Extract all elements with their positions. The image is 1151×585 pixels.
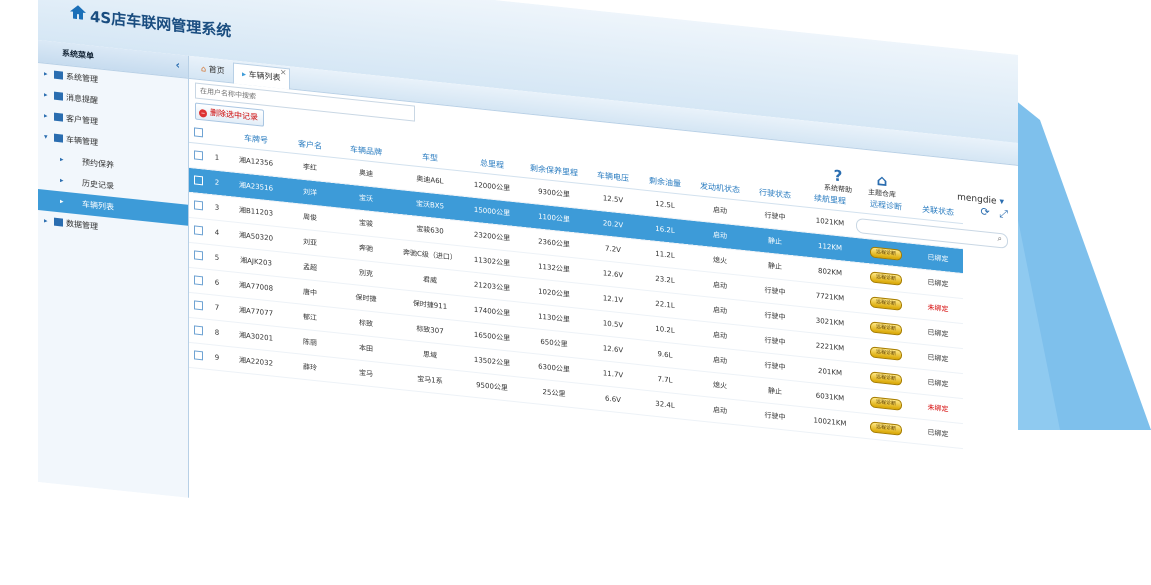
remote-diagnosis-button[interactable]: 远程诊断: [869, 295, 902, 311]
row-checkbox-cell[interactable]: [189, 242, 207, 270]
row-checkbox-cell[interactable]: [189, 342, 207, 370]
close-icon[interactable]: ×: [280, 62, 287, 83]
home-tab-icon: ⌂: [201, 64, 207, 74]
status-badge: 已绑定: [927, 378, 949, 389]
status-badge: 已绑定: [927, 353, 949, 364]
folder-icon: [70, 198, 79, 207]
row-number: 5: [207, 244, 227, 272]
app-title: 4S店车联网管理系统: [90, 7, 232, 41]
main-panel: ⌂ 首页 ▸ 车辆列表 × –删除选中记录 ? 系统帮助 ⌂ 主题仓库: [189, 55, 1018, 585]
search-icon: ⌕: [997, 233, 1002, 244]
binding-status-cell: 已绑定: [913, 418, 963, 449]
row-checkbox-cell[interactable]: [189, 267, 207, 295]
chevron-down-icon: ▾: [999, 196, 1004, 208]
delete-selected-label: 删除选中记录: [210, 108, 258, 123]
bullet-icon: ▸: [60, 197, 64, 206]
table-cell: 薛玲: [285, 352, 335, 383]
table-cell: 6.6V: [587, 384, 639, 415]
tab-vehicle-list[interactable]: ▸ 车辆列表 ×: [233, 62, 290, 90]
tab-home[interactable]: ⌂ 首页: [193, 58, 233, 82]
sidebar: 系统菜单 ‹ ▸ 系统管理 ▸ 消息提醒 ▸ 客户管理 ▾ 车辆管理 ▸ 预约保养 ▸ 历史记录 ▸ 车辆…: [38, 40, 189, 498]
diagnosis-cell: 远程诊断: [859, 412, 913, 444]
remote-diagnosis-button[interactable]: 远程诊断: [869, 245, 902, 261]
refresh-icon[interactable]: ⟳: [980, 205, 989, 219]
tab-vehicle-list-label: 车辆列表: [248, 70, 281, 83]
row-number: 2: [207, 169, 227, 197]
expand-arrow-icon: ▸: [44, 90, 48, 99]
row-checkbox-cell[interactable]: [189, 317, 207, 345]
list-tab-icon: ▸: [242, 69, 247, 79]
remote-diagnosis-button[interactable]: 远程诊断: [869, 370, 902, 386]
row-checkbox[interactable]: [193, 149, 203, 160]
folder-icon: [54, 70, 63, 80]
row-checkbox-cell[interactable]: [189, 142, 207, 170]
status-badge: 未绑定: [927, 403, 949, 414]
row-checkbox-cell[interactable]: [189, 292, 207, 320]
row-number: 6: [207, 269, 227, 297]
status-badge: 已绑定: [927, 278, 949, 289]
sidebar-item-label: 数据管理: [66, 218, 98, 232]
table-cell: 行驶中: [749, 401, 801, 432]
remote-diagnosis-button[interactable]: 远程诊断: [869, 345, 902, 361]
table-cell: 32.4L: [639, 389, 691, 421]
row-checkbox-cell[interactable]: [189, 192, 207, 220]
row-number: 3: [207, 194, 227, 222]
row-number: 7: [207, 294, 227, 322]
row-checkbox[interactable]: [193, 299, 203, 310]
row-number-header: [207, 123, 227, 147]
sidebar-menu: ▸ 系统管理 ▸ 消息提醒 ▸ 客户管理 ▾ 车辆管理 ▸ 预约保养 ▸ 历史记录 ▸ 车辆列表 ▸ 数据管理: [38, 63, 188, 247]
expand-arrow-icon: ▸: [44, 69, 48, 78]
remote-diagnosis-button[interactable]: 远程诊断: [869, 395, 902, 411]
select-all-checkbox-cell[interactable]: [189, 121, 207, 145]
row-checkbox[interactable]: [193, 224, 203, 235]
row-checkbox[interactable]: [193, 199, 203, 210]
bullet-icon: ▸: [60, 155, 64, 164]
minus-icon: –: [199, 108, 207, 118]
table-cell: 10021KM: [801, 406, 859, 438]
row-checkbox[interactable]: [193, 324, 203, 335]
folder-icon: [54, 217, 63, 227]
table-cell: 宝马: [335, 357, 397, 390]
row-number: 4: [207, 219, 227, 247]
remote-diagnosis-button[interactable]: 远程诊断: [869, 320, 902, 336]
folder-icon: [54, 112, 63, 122]
remote-diagnosis-button[interactable]: 远程诊断: [869, 420, 902, 436]
folder-icon: [54, 91, 63, 101]
user-name: mengdie: [957, 192, 997, 207]
row-checkbox[interactable]: [193, 174, 203, 185]
table-cell: 启动: [691, 395, 749, 427]
row-checkbox-cell[interactable]: [189, 167, 207, 195]
row-number: 9: [207, 344, 227, 372]
table-cell: 9500公里: [463, 371, 521, 403]
remote-diagnosis-button[interactable]: 远程诊断: [869, 270, 902, 286]
expand-arrow-icon: ▾: [44, 132, 48, 141]
tab-home-label: 首页: [208, 64, 225, 76]
select-all-checkbox[interactable]: [193, 126, 203, 137]
expand-icon[interactable]: ⤢: [999, 207, 1008, 221]
row-checkbox[interactable]: [193, 274, 203, 285]
row-number: 1: [207, 144, 227, 172]
bullet-icon: ▸: [60, 176, 64, 185]
folder-icon: [70, 156, 79, 165]
expand-arrow-icon: ▸: [44, 216, 48, 225]
row-number: 8: [207, 319, 227, 347]
collapse-sidebar-button[interactable]: ‹: [175, 54, 180, 76]
status-badge: 未绑定: [927, 303, 949, 314]
app-window: 4S店车联网管理系统 系统菜单 ‹ ▸ 系统管理 ▸ 消息提醒 ▸ 客户管理 ▾ 车辆管理 ▸ 预…: [38, 0, 1018, 585]
grid-tools: ⟳ ⤢: [980, 205, 1008, 222]
folder-icon: [54, 133, 63, 143]
folder-icon: [70, 177, 79, 186]
home-icon: [70, 5, 86, 20]
row-checkbox[interactable]: [193, 249, 203, 260]
expand-arrow-icon: ▸: [44, 111, 48, 120]
row-checkbox-cell[interactable]: [189, 217, 207, 245]
row-checkbox[interactable]: [193, 349, 203, 360]
sidebar-title: 系统菜单: [62, 48, 94, 61]
status-badge: 已绑定: [927, 328, 949, 339]
table-cell: 湘A22032: [227, 346, 285, 378]
status-badge: 已绑定: [927, 253, 949, 264]
